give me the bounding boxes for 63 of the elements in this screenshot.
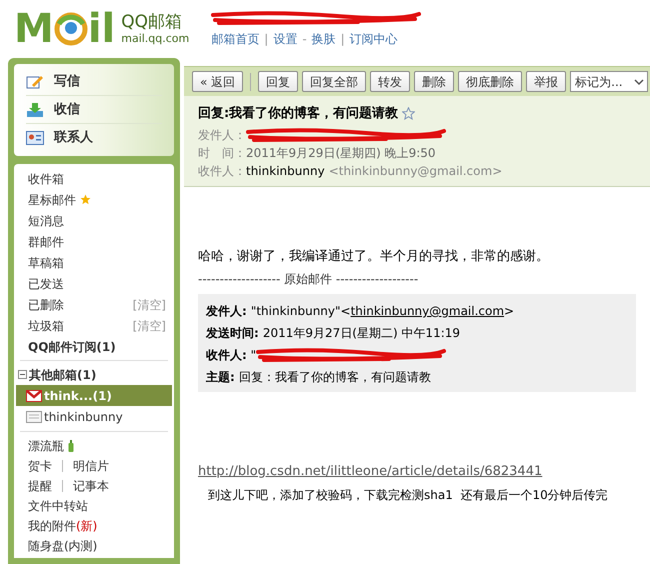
quote-label: 发件人: — [206, 303, 247, 320]
quote-value: 回复：我看了你的博客，有问题请教 — [238, 369, 431, 386]
contact-address: <thinkinbunny@gmail.com> — [328, 163, 502, 180]
folder-link[interactable]: QQ邮件订阅(1) — [28, 338, 116, 356]
tool-link[interactable]: 贺卡 — [28, 457, 52, 475]
tool-link[interactable]: 我的附件 — [28, 517, 76, 535]
toolbar-button[interactable]: 删除 — [414, 71, 454, 92]
toolbar-button[interactable]: 回复全部 — [302, 71, 366, 92]
tool-link[interactable]: 明信片 — [73, 457, 109, 475]
link-separator: | — [264, 31, 268, 48]
account-item[interactable]: think...(1) — [16, 385, 172, 406]
quick-action-link[interactable]: 收信 — [54, 100, 80, 120]
folder-link[interactable]: 草稿箱 — [28, 254, 64, 272]
folder-link[interactable]: 收件箱 — [28, 170, 64, 188]
folder-link[interactable]: 短消息 — [28, 212, 64, 230]
folder-link[interactable]: 已发送 — [28, 274, 64, 292]
section-title[interactable]: 其他邮箱(1) — [29, 366, 96, 384]
mark-as-dropdown[interactable]: 标记为... — [570, 71, 648, 92]
header-link[interactable]: 订阅中心 — [350, 30, 398, 48]
toolbar-button[interactable]: 回复 — [258, 71, 298, 92]
toolbar-button[interactable]: « 返回 — [192, 71, 244, 92]
field-label: 收件人： — [198, 163, 246, 180]
header-link[interactable]: 邮箱首页 — [211, 30, 260, 48]
quote-label: 收件人: " — [206, 347, 256, 364]
folder-link[interactable]: 星标邮件 — [28, 190, 76, 208]
message-text: 哈哈，谢谢了，我编译通过了。半个月的寻找，非常的感谢。 — [198, 248, 550, 266]
folder-link[interactable]: 已删除 — [28, 296, 64, 314]
logo-text: M — [14, 9, 54, 49]
account-item[interactable]: thinkinbunny — [16, 406, 172, 427]
brand-domain: mail.qq.com — [121, 33, 190, 44]
link-separator: - — [302, 31, 307, 48]
tool-link[interactable]: 文件中转站 — [28, 497, 88, 515]
message-subject: 回复:我看了你的博客，有问题请教 — [198, 104, 398, 123]
blog-link[interactable]: http://blog.csdn.net/ilittleone/article/details/6823441 — [198, 462, 636, 482]
tool-link[interactable]: 漂流瓶 — [28, 437, 64, 455]
contact-name: thinkinbunny — [246, 163, 325, 180]
quote-label: 发送时间: — [206, 325, 259, 342]
quote-divider: ------------------- 原始邮件 ------------------- — [198, 271, 420, 288]
link-separator: | — [340, 31, 345, 48]
tool-link[interactable]: 记事本 — [73, 477, 109, 495]
quote-label: 主题: — [206, 369, 235, 386]
tool-link[interactable]: 随身盘(内测) — [28, 537, 98, 555]
brand-name: QQ邮箱 — [121, 14, 183, 31]
folder-link[interactable]: 垃圾箱 — [28, 316, 64, 334]
header-link[interactable]: 设置 — [273, 30, 298, 48]
header-link[interactable]: 换肤 — [312, 30, 336, 48]
message-text: 到这儿下吧，添加了校验码，下载完检测sha1 还有最后一个10分钟后传完 — [207, 486, 609, 504]
toolbar-button[interactable]: 举报 — [526, 71, 566, 92]
quick-action-link[interactable]: 写信 — [54, 72, 80, 92]
logo-text: il — [88, 9, 116, 49]
email-link[interactable]: thinkinbunny@gmail.com — [350, 302, 504, 320]
tool-link[interactable]: 提醒 — [28, 477, 52, 495]
new-label: (新) — [76, 518, 98, 535]
quote-value: "thinkinbunny"< — [250, 303, 351, 320]
folder-link[interactable]: 群邮件 — [28, 232, 64, 250]
field-label: 时 间： — [198, 145, 246, 162]
field-value: 2011年9月29日(星期四) 晚上9:50 — [246, 145, 436, 162]
quick-action-link[interactable]: 联系人 — [54, 128, 93, 148]
field-label: 发件人： — [198, 127, 246, 144]
toolbar-button[interactable]: 转发 — [370, 71, 410, 92]
quote-value: > — [504, 303, 514, 320]
toolbar-button[interactable]: 彻底删除 — [458, 71, 522, 92]
quote-value: 2011年9月27日(星期二) 中午11:19 — [262, 325, 460, 342]
